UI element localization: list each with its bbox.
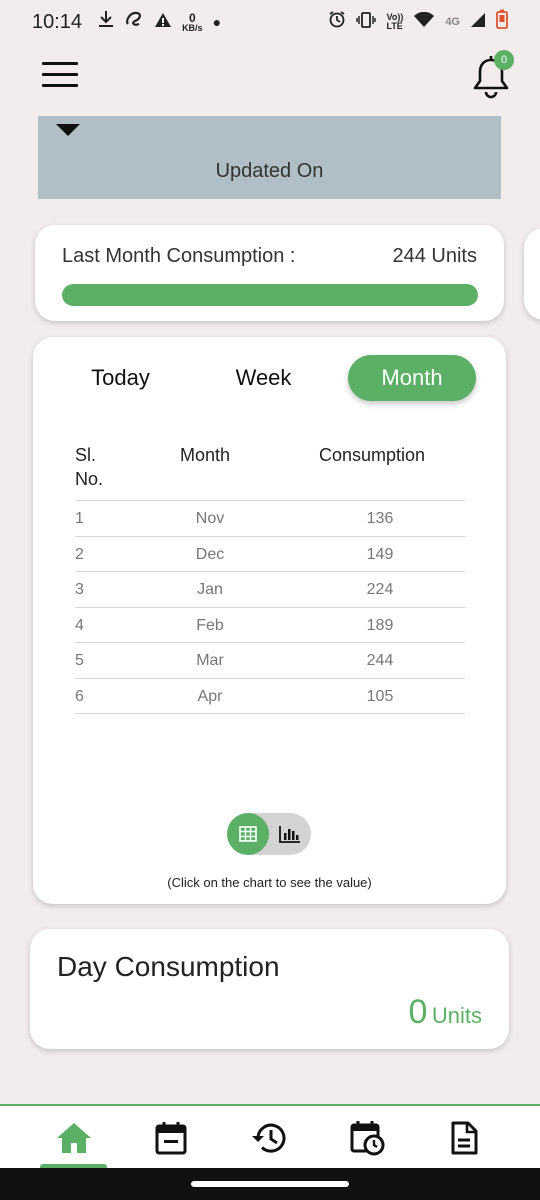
day-consumption-title: Day Consumption xyxy=(57,951,280,982)
caret-down-icon[interactable] xyxy=(56,124,80,136)
battery-low-icon xyxy=(496,9,508,35)
view-toggle xyxy=(227,813,311,855)
signal-icon xyxy=(470,11,486,34)
last-month-card: Last Month Consumption : 244 Units xyxy=(35,225,504,321)
header-consumption: Consumption xyxy=(319,445,426,465)
tab-month[interactable]: Month xyxy=(348,355,476,401)
last-month-progress-fill xyxy=(62,284,478,306)
next-card-peek[interactable] xyxy=(524,228,540,320)
day-consumption-card: Day Consumption 0 Units xyxy=(30,929,509,1049)
menu-icon[interactable] xyxy=(42,62,78,92)
day-consumption-value: 0 Units xyxy=(409,993,483,1032)
last-month-progress xyxy=(62,284,478,306)
system-nav-bar xyxy=(0,1168,540,1200)
day-consumption-number: 0 xyxy=(408,993,428,1031)
home-gesture-handle[interactable] xyxy=(191,1181,349,1187)
document-icon[interactable] xyxy=(442,1116,486,1160)
vibrate-icon xyxy=(356,11,377,34)
notification-dot-icon: ● xyxy=(212,14,222,30)
updated-on-label: Updated On xyxy=(215,160,324,182)
status-time: 10:14 xyxy=(32,10,83,33)
table-row: 4 Feb 189 xyxy=(75,608,465,643)
consumption-card: Today Week Month Sl. No. Month Consumpti… xyxy=(33,337,506,904)
net-speed: 0 KB/s xyxy=(182,10,203,33)
calendar-icon[interactable] xyxy=(149,1116,193,1160)
alarm-icon xyxy=(328,10,346,34)
updated-banner: Updated On xyxy=(38,116,501,199)
network-type: 4G xyxy=(445,15,460,28)
table-row: 2 Dec 149 xyxy=(75,537,465,572)
warning-icon xyxy=(154,11,172,34)
home-icon[interactable] xyxy=(52,1116,96,1160)
bar-chart-icon[interactable] xyxy=(269,813,311,855)
table-row: 1 Nov 136 xyxy=(75,501,465,537)
day-consumption-unit: Units xyxy=(431,1003,482,1028)
status-bar: 10:14 0 KB/s ● Vo)) LTE 4G xyxy=(0,0,540,44)
airtel-icon xyxy=(124,10,144,34)
volte-indicator: Vo)) LTE xyxy=(386,12,404,31)
tab-week[interactable]: Week xyxy=(221,355,306,401)
chart-hint: (Click on the chart to see the value) xyxy=(167,875,372,890)
consumption-table: Sl. No. Month Consumption 1 Nov 136 2 De… xyxy=(75,443,465,714)
table-header: Sl. No. Month Consumption xyxy=(75,443,465,501)
bottom-nav xyxy=(0,1104,540,1170)
notification-badge: 0 xyxy=(494,50,514,70)
wifi-icon xyxy=(413,11,435,34)
last-month-value: 244 Units xyxy=(392,245,478,267)
table-row: 6 Apr 105 xyxy=(75,679,465,714)
header-sl-no: Sl. No. xyxy=(75,445,104,489)
last-month-label: Last Month Consumption : xyxy=(62,245,296,267)
tab-today[interactable]: Today xyxy=(73,355,168,401)
schedule-icon[interactable] xyxy=(346,1116,390,1160)
header-month: Month xyxy=(180,445,231,465)
download-icon xyxy=(98,10,114,34)
table-view-icon[interactable] xyxy=(227,813,269,855)
table-row: 3 Jan 224 xyxy=(75,572,465,608)
history-icon[interactable] xyxy=(247,1116,291,1160)
table-row: 5 Mar 244 xyxy=(75,643,465,679)
